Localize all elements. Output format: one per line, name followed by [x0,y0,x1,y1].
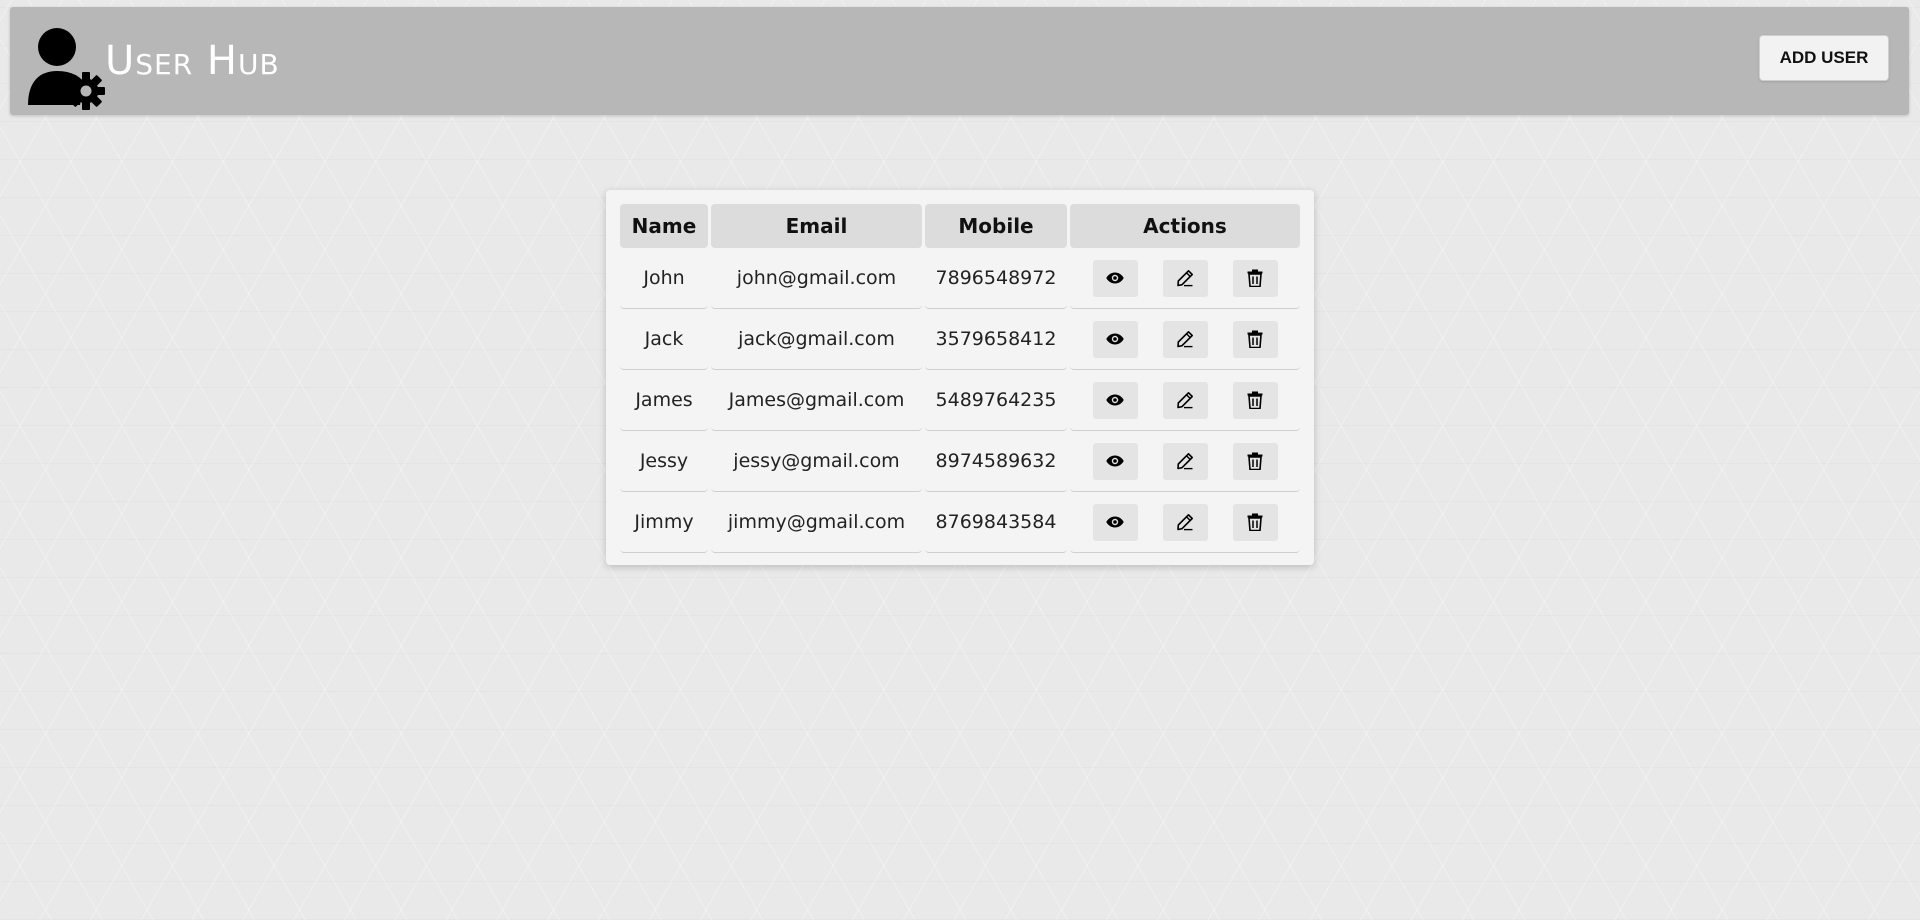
delete-button[interactable] [1232,442,1278,480]
table-header: Name Email Mobile Actions [620,204,1300,248]
edit-button[interactable] [1162,503,1208,541]
cell-name: Jessy [620,431,708,492]
table-row: John john@gmail.com 7896548972 [620,248,1300,309]
view-button[interactable] [1092,503,1138,541]
eye-icon [1106,455,1124,467]
cell-actions [1070,248,1300,309]
cell-mobile: 8769843584 [925,492,1067,553]
eye-icon [1106,516,1124,528]
table-row: Jack jack@gmail.com 3579658412 [620,309,1300,370]
trash-icon [1247,452,1263,470]
column-header-email: Email [711,204,922,248]
row-actions [1070,259,1300,297]
app-header: User Hub ADD USER [10,7,1909,115]
user-gear-icon [26,25,106,111]
eye-icon [1106,272,1124,284]
edit-button[interactable] [1162,381,1208,419]
cell-actions [1070,492,1300,553]
delete-button[interactable] [1232,381,1278,419]
add-user-button[interactable]: ADD USER [1759,35,1889,81]
trash-icon [1247,391,1263,409]
cell-name: Jimmy [620,492,708,553]
cell-mobile: 5489764235 [925,370,1067,431]
view-button[interactable] [1092,320,1138,358]
delete-button[interactable] [1232,503,1278,541]
cell-email: john@gmail.com [711,248,922,309]
trash-icon [1247,513,1263,531]
trash-icon [1247,330,1263,348]
table-body: John john@gmail.com 7896548972 Jack jack… [620,248,1300,553]
cell-email: James@gmail.com [711,370,922,431]
users-table: Name Email Mobile Actions John john@gmai… [617,204,1303,553]
view-button[interactable] [1092,442,1138,480]
eye-icon [1106,333,1124,345]
pencil-icon [1176,269,1194,287]
row-actions [1070,503,1300,541]
cell-name: James [620,370,708,431]
table-header-row: Name Email Mobile Actions [620,204,1300,248]
cell-name: John [620,248,708,309]
cell-actions [1070,309,1300,370]
cell-name: Jack [620,309,708,370]
edit-button[interactable] [1162,442,1208,480]
pencil-icon [1176,452,1194,470]
row-actions [1070,320,1300,358]
table-row: James James@gmail.com 5489764235 [620,370,1300,431]
app-title: User Hub [105,38,280,84]
table-row: Jimmy jimmy@gmail.com 8769843584 [620,492,1300,553]
delete-button[interactable] [1232,320,1278,358]
cell-actions [1070,431,1300,492]
view-button[interactable] [1092,259,1138,297]
pencil-icon [1176,391,1194,409]
cell-mobile: 8974589632 [925,431,1067,492]
cell-mobile: 3579658412 [925,309,1067,370]
delete-button[interactable] [1232,259,1278,297]
cell-mobile: 7896548972 [925,248,1067,309]
column-header-name: Name [620,204,708,248]
trash-icon [1247,269,1263,287]
column-header-actions: Actions [1070,204,1300,248]
edit-button[interactable] [1162,320,1208,358]
view-button[interactable] [1092,381,1138,419]
eye-icon [1106,394,1124,406]
pencil-icon [1176,513,1194,531]
cell-email: jack@gmail.com [711,309,922,370]
cell-email: jessy@gmail.com [711,431,922,492]
row-actions [1070,442,1300,480]
row-actions [1070,381,1300,419]
users-table-card: Name Email Mobile Actions John john@gmai… [606,190,1314,565]
edit-button[interactable] [1162,259,1208,297]
pencil-icon [1176,330,1194,348]
cell-actions [1070,370,1300,431]
column-header-mobile: Mobile [925,204,1067,248]
cell-email: jimmy@gmail.com [711,492,922,553]
table-row: Jessy jessy@gmail.com 8974589632 [620,431,1300,492]
